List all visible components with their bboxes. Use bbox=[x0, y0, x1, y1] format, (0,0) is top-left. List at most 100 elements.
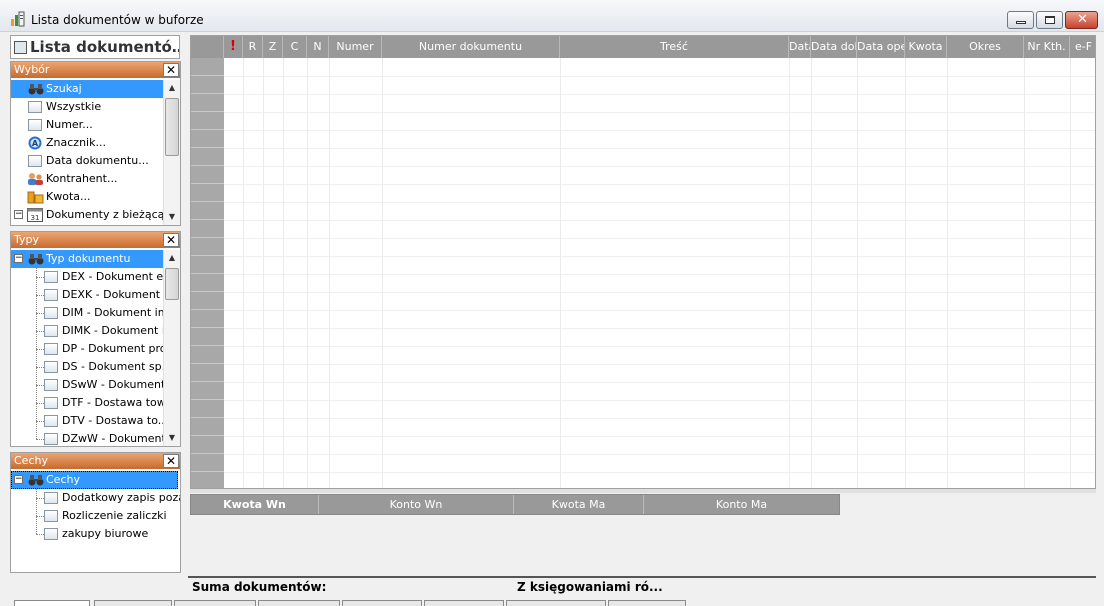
row-header[interactable] bbox=[191, 238, 224, 256]
row-header[interactable] bbox=[191, 202, 224, 220]
cechy-item[interactable]: zakupy biurowe bbox=[11, 525, 180, 543]
cechy-close-button[interactable]: ✕ bbox=[163, 454, 179, 468]
column-header-n[interactable]: N bbox=[307, 36, 329, 58]
bottom-tab[interactable] bbox=[258, 600, 340, 606]
typy-root-typ-dokumentu[interactable]: − Typ dokumentu bbox=[11, 250, 163, 268]
row-header[interactable] bbox=[191, 328, 224, 346]
row-header[interactable] bbox=[191, 220, 224, 238]
row-header[interactable] bbox=[191, 274, 224, 292]
row-header[interactable] bbox=[191, 166, 224, 184]
row-header[interactable] bbox=[191, 184, 224, 202]
wybor-close-button[interactable]: ✕ bbox=[163, 63, 179, 77]
column-header-data-ope[interactable]: Data ope bbox=[857, 36, 905, 58]
scroll-thumb[interactable] bbox=[165, 268, 179, 300]
column-header-ef[interactable]: e-F bbox=[1070, 36, 1095, 58]
column-header-r[interactable]: R bbox=[243, 36, 263, 58]
row-header[interactable] bbox=[191, 112, 224, 130]
collapse-icon[interactable]: − bbox=[14, 254, 23, 263]
typy-item[interactable]: DTF - Dostawa tow... bbox=[11, 394, 163, 412]
wybor-item-znacznik[interactable]: A Znacznik... bbox=[11, 134, 163, 152]
scroll-thumb[interactable] bbox=[165, 98, 179, 156]
column-header-kwota-wn[interactable]: Kwota Wn bbox=[191, 495, 319, 514]
row-header[interactable] bbox=[191, 292, 224, 310]
bottom-tab[interactable] bbox=[608, 600, 686, 606]
row-header[interactable] bbox=[191, 58, 224, 76]
typy-item[interactable]: DEXK - Dokument ... bbox=[11, 286, 163, 304]
bottom-tab[interactable] bbox=[94, 600, 172, 606]
grid-row-line bbox=[224, 310, 1095, 311]
typy-item[interactable]: DP - Dokument pro... bbox=[11, 340, 163, 358]
row-header[interactable] bbox=[191, 310, 224, 328]
column-header-data[interactable]: Data bbox=[789, 36, 811, 58]
row-header[interactable] bbox=[191, 454, 224, 472]
minimize-button[interactable] bbox=[1007, 11, 1034, 29]
bottom-tab[interactable] bbox=[506, 600, 606, 606]
row-header[interactable] bbox=[191, 130, 224, 148]
typy-item[interactable]: DIM - Dokument im... bbox=[11, 304, 163, 322]
column-header-kwota[interactable]: Kwota bbox=[905, 36, 947, 58]
collapse-icon[interactable]: − bbox=[14, 475, 23, 484]
typy-item[interactable]: DS - Dokument sp... bbox=[11, 358, 163, 376]
typy-scrollbar[interactable]: ▲ ▼ bbox=[163, 250, 180, 446]
cechy-root[interactable]: − Cechy bbox=[11, 471, 178, 489]
wybor-item-szukaj[interactable]: Szukaj bbox=[11, 80, 163, 98]
wybor-item-wszystkie[interactable]: Wszystkie bbox=[11, 98, 163, 116]
row-header[interactable] bbox=[191, 400, 224, 418]
typy-item[interactable]: DSwW - Dokument... bbox=[11, 376, 163, 394]
typy-item[interactable]: DTV - Dostawa to... bbox=[11, 412, 163, 430]
row-header[interactable] bbox=[191, 94, 224, 112]
cechy-item[interactable]: Rozliczenie zaliczki bbox=[11, 507, 180, 525]
column-header-tresc[interactable]: Treść bbox=[560, 36, 789, 58]
column-header-z[interactable]: Z bbox=[263, 36, 283, 58]
typy-item[interactable]: DEX - Dokument e... bbox=[11, 268, 163, 286]
column-header-data-dok[interactable]: Data dok bbox=[811, 36, 857, 58]
bottom-tab[interactable] bbox=[342, 600, 422, 606]
wybor-item-biezaca[interactable]: − 31 Dokumenty z bieżącą ... bbox=[11, 206, 163, 224]
maximize-button[interactable] bbox=[1036, 11, 1063, 29]
scroll-up-icon[interactable]: ▲ bbox=[164, 250, 180, 266]
scroll-down-icon[interactable]: ▼ bbox=[164, 209, 180, 225]
wybor-item-data-dokumentu[interactable]: Data dokumentu... bbox=[11, 152, 163, 170]
wybor-scrollbar[interactable]: ▲ ▼ bbox=[163, 80, 180, 225]
postings-list[interactable] bbox=[190, 515, 1096, 576]
row-header[interactable] bbox=[191, 346, 224, 364]
cechy-item[interactable]: Dodatkowy zapis poza... bbox=[11, 489, 180, 507]
row-header[interactable] bbox=[191, 364, 224, 382]
scroll-up-icon[interactable]: ▲ bbox=[164, 80, 180, 96]
typy-item[interactable]: DIMK - Dokument i... bbox=[11, 322, 163, 340]
column-header-nr-kth[interactable]: Nr Kth. bbox=[1024, 36, 1070, 58]
row-headers bbox=[191, 58, 224, 488]
wybor-item-numer[interactable]: Numer... bbox=[11, 116, 163, 134]
row-header[interactable] bbox=[191, 76, 224, 94]
column-header-numer[interactable]: Numer bbox=[329, 36, 382, 58]
column-header-konto-ma[interactable]: Konto Ma bbox=[644, 495, 839, 514]
row-header[interactable] bbox=[191, 148, 224, 166]
bottom-tab[interactable] bbox=[424, 600, 504, 606]
row-header[interactable] bbox=[191, 436, 224, 454]
binoculars-icon bbox=[28, 475, 44, 486]
splitter[interactable] bbox=[190, 489, 1096, 493]
bottom-tab[interactable] bbox=[14, 600, 90, 606]
typy-close-button[interactable]: ✕ bbox=[163, 233, 179, 247]
typy-item[interactable]: DZwW - Dokument... bbox=[11, 430, 163, 446]
column-header-okres[interactable]: Okres bbox=[947, 36, 1024, 58]
column-header-numer-dokumentu[interactable]: Numer dokumentu bbox=[382, 36, 560, 58]
column-header-c[interactable]: C bbox=[283, 36, 307, 58]
bottom-tab[interactable] bbox=[174, 600, 256, 606]
column-header-alert[interactable]: ! bbox=[224, 36, 243, 58]
column-header-konto-wn[interactable]: Konto Wn bbox=[319, 495, 514, 514]
wybor-item-kwota[interactable]: Kwota... bbox=[11, 188, 163, 206]
close-button[interactable]: ✕ bbox=[1065, 11, 1098, 29]
document-type-icon bbox=[44, 379, 58, 391]
row-header[interactable] bbox=[191, 472, 224, 488]
row-header[interactable] bbox=[191, 418, 224, 436]
expand-icon[interactable]: − bbox=[14, 210, 23, 219]
wybor-item-label: Wszystkie bbox=[46, 100, 102, 113]
row-header[interactable] bbox=[191, 256, 224, 274]
row-header[interactable] bbox=[191, 382, 224, 400]
title-bar[interactable]: Lista dokumentów w buforze ✕ bbox=[0, 0, 1104, 32]
scroll-down-icon[interactable]: ▼ bbox=[164, 430, 180, 446]
wybor-item-kontrahent[interactable]: Kontrahent... bbox=[11, 170, 163, 188]
column-header-kwota-ma[interactable]: Kwota Ma bbox=[514, 495, 644, 514]
documents-grid[interactable]: ! R Z C N Numer Numer dokumentu Treść Da… bbox=[190, 35, 1096, 489]
